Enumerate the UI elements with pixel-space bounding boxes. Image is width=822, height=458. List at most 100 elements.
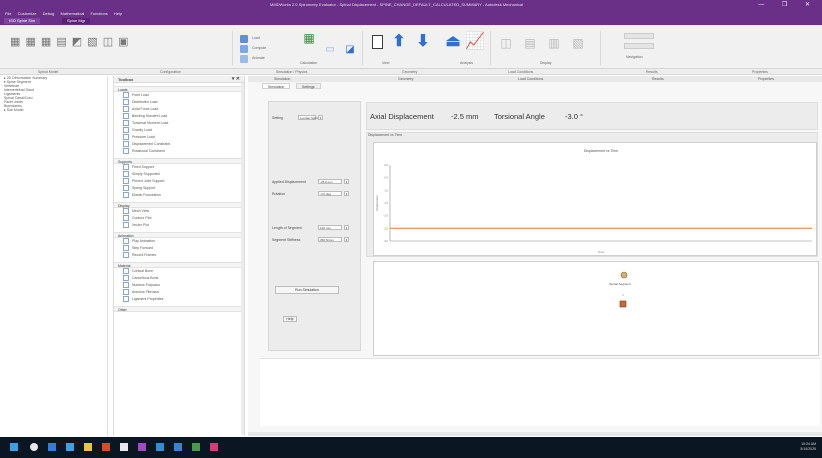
window-controls[interactable]: — ❐ ✕ xyxy=(758,1,818,8)
fit-view-icon[interactable]: ◪ xyxy=(342,43,358,55)
panel-head-results[interactable]: Results xyxy=(646,70,658,74)
subtab-simulation[interactable]: Simulation xyxy=(262,83,291,89)
run-simulation-button[interactable]: Run Simulation xyxy=(275,286,339,294)
start-icon[interactable] xyxy=(10,443,18,451)
panel-head-configuration[interactable]: Configuration xyxy=(160,70,181,74)
tab-properties[interactable]: Properties xyxy=(758,77,774,81)
help-button[interactable]: Help xyxy=(283,316,297,322)
navigation-dropdown[interactable] xyxy=(624,33,654,39)
system-clock[interactable]: 10:24 AM 5/14/2025 xyxy=(800,442,816,452)
subtab-settings[interactable]: Settings xyxy=(296,83,321,89)
toolbox-item[interactable]: Gravity Load xyxy=(114,127,244,134)
edge-icon[interactable] xyxy=(48,443,56,451)
toolbox-item[interactable]: Contour Plot xyxy=(114,215,244,222)
zoom-dropdown[interactable] xyxy=(624,43,654,49)
document-icon[interactable] xyxy=(372,35,383,49)
toolbox-item[interactable]: Fixed Support xyxy=(114,164,244,171)
compute-icon[interactable] xyxy=(240,45,248,53)
toolbox-section-header[interactable]: Other xyxy=(114,306,244,312)
upload-icon[interactable]: ⏏ xyxy=(445,34,460,50)
rotation-input[interactable]: -3.0 deg xyxy=(318,191,342,196)
setting-select[interactable]: Lumbar Spine xyxy=(298,115,319,120)
toolbox-item[interactable]: Axial Force Load xyxy=(114,106,244,113)
toolbox-item[interactable]: Simply Supported xyxy=(114,171,244,178)
applied-displacement-input[interactable]: -25.0 mm xyxy=(318,179,342,184)
spine-app-icon[interactable] xyxy=(138,443,146,451)
stepper-icon[interactable]: ⇕ xyxy=(344,179,349,184)
stepper-icon[interactable]: ⇕ xyxy=(344,225,349,230)
toolbox-item[interactable]: Displacement Constraint xyxy=(114,141,244,148)
menu-help[interactable]: Help xyxy=(114,11,122,16)
stepper-icon[interactable]: ⇕ xyxy=(344,237,349,242)
search-icon[interactable] xyxy=(30,443,38,451)
toolbox-item[interactable]: Rotational Constraint xyxy=(114,148,244,155)
toolbox-item[interactable]: Cortical Bone xyxy=(114,268,244,275)
table-icon[interactable]: ▤ xyxy=(524,37,536,49)
tab-load-conditions[interactable]: Load Conditions xyxy=(518,77,543,81)
tab-results[interactable]: Results xyxy=(652,77,664,81)
disc-node-icon[interactable] xyxy=(616,300,630,308)
load-icon[interactable] xyxy=(240,35,248,43)
chevron-down-icon[interactable]: ▾ xyxy=(318,115,323,120)
panel-head-simulation[interactable]: Simulation / Physics xyxy=(276,70,307,74)
view-icon[interactable]: ▭ xyxy=(322,43,338,55)
toolbox-item[interactable]: Mesh View xyxy=(114,208,244,215)
menu-mathematical[interactable]: Mathematical xyxy=(61,11,85,16)
arrow-down-icon[interactable]: ⬇ xyxy=(416,34,430,50)
toolbox-item[interactable]: Ligament Properties xyxy=(114,296,244,303)
toolbox-item[interactable]: Spring Support xyxy=(114,185,244,192)
segment-stiffness-label: Segment Stiffness xyxy=(272,238,301,242)
menu-debug[interactable]: Debug xyxy=(43,11,55,16)
toolbox-item[interactable]: Vector Plot xyxy=(114,222,244,229)
ribbon-tab-spine-sim[interactable]: ISO Spine Sim xyxy=(4,18,41,24)
toolbox-item[interactable]: Play Animation xyxy=(114,238,244,245)
menu-functions[interactable]: Functions xyxy=(90,11,107,16)
toolbox-item[interactable]: Distributed Load xyxy=(114,99,244,106)
toolbox-item[interactable]: Elastic Foundation xyxy=(114,192,244,199)
mail-icon[interactable] xyxy=(156,443,164,451)
toolbox-pin-icon[interactable]: ▾ ✕ xyxy=(232,76,240,82)
animate-icon[interactable] xyxy=(240,55,248,63)
excel-icon[interactable] xyxy=(192,443,200,451)
options-icon[interactable]: ▧ xyxy=(572,37,584,49)
horizontal-scrollbar[interactable] xyxy=(248,432,822,436)
ribbon-tab-spine-mgr[interactable]: Spine Mgr xyxy=(62,18,91,24)
store-icon[interactable] xyxy=(66,443,74,451)
word-icon[interactable] xyxy=(174,443,182,451)
split-icon[interactable]: ◫ xyxy=(500,37,512,49)
toolbox-scrollbar[interactable] xyxy=(241,83,244,435)
stepper-icon[interactable]: ⇕ xyxy=(344,191,349,196)
layout-icon[interactable]: ▥ xyxy=(548,37,560,49)
menu-customize[interactable]: Customize xyxy=(18,11,37,16)
panel-head-geometry[interactable]: Geometry xyxy=(402,70,417,74)
segment-stiffness-input[interactable]: 350 N/mm xyxy=(318,237,342,242)
panel-head-load-conditions[interactable]: Load Conditions xyxy=(508,70,533,74)
ribbon-tab-bar: ISO Spine Sim Spine Mgr xyxy=(0,17,822,25)
office-icon[interactable] xyxy=(102,443,110,451)
toolbox-item[interactable]: Cancellous Bone xyxy=(114,275,244,282)
chart-icon[interactable]: 📈 xyxy=(465,34,485,50)
toolbox-item[interactable]: Record Frames xyxy=(114,252,244,259)
tab-geometry[interactable]: Geometry xyxy=(398,77,413,81)
toolbox-item[interactable]: Torsional Moment Load xyxy=(114,120,244,127)
menu-file[interactable]: File xyxy=(5,11,11,16)
grid-icon[interactable]: ▦ xyxy=(302,31,316,45)
toolbox-item[interactable]: Nucleus Pulposus xyxy=(114,282,244,289)
segment-length-input[interactable]: 120 mm xyxy=(318,225,342,230)
media-icon[interactable] xyxy=(210,443,218,451)
toolbox-item[interactable]: Bending Moment Load xyxy=(114,113,244,120)
tab-simulation[interactable]: Simulation xyxy=(274,77,290,81)
toolbox-item[interactable]: Annulus Fibrosus xyxy=(114,289,244,296)
toolbox-item[interactable]: Pinned Joint Support xyxy=(114,178,244,185)
vertebra-node-icon[interactable] xyxy=(614,270,634,280)
toolbox-item[interactable]: Step Forward xyxy=(114,245,244,252)
tree-item[interactable]: ▸ Sub Model xyxy=(4,108,107,112)
panel-head-properties[interactable]: Properties xyxy=(752,70,768,74)
toolbox-item[interactable]: Point Load xyxy=(114,92,244,99)
app-icon[interactable] xyxy=(120,443,128,451)
folder-icon[interactable] xyxy=(84,443,92,451)
panel-head-spinal-model[interactable]: Spinal Model xyxy=(38,70,58,74)
toolbox-item[interactable]: Pressure Load xyxy=(114,134,244,141)
quick-toolbar-icons[interactable]: ▦ ▦ ▦ ▤ ◩ ▧ ◫ ▣ xyxy=(10,35,130,48)
arrow-up-icon[interactable]: ⬆ xyxy=(392,34,406,50)
